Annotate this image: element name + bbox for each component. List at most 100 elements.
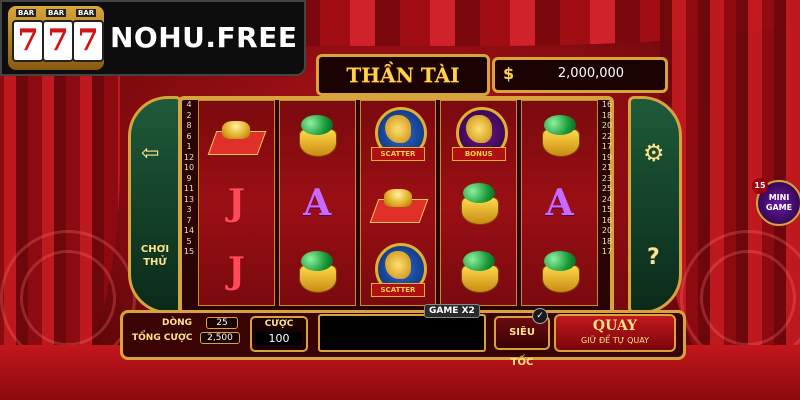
bet-label: CƯỢC	[264, 319, 294, 329]
mini-game-label: MINI GAME	[765, 193, 793, 212]
letter-a-symbol: A	[545, 182, 574, 224]
gold-ingot-icon	[208, 117, 267, 155]
payline-number: 6	[186, 131, 192, 141]
jade-pot-icon	[538, 249, 582, 293]
spin-hold-hint: GIỮ ĐỂ TỰ QUAY	[581, 336, 649, 345]
payline-number: 17	[601, 142, 613, 151]
payline-number: 15	[601, 205, 613, 214]
bet-selector[interactable]: CƯỢC 100	[250, 316, 308, 352]
reel-column: A	[278, 100, 356, 306]
payline-number: 16	[601, 100, 613, 109]
payline-number: 25	[601, 184, 613, 193]
payline-number: 12	[183, 152, 195, 162]
payline-number: 9	[186, 173, 192, 183]
reel-cell: A	[522, 169, 597, 237]
decor-swirl	[20, 250, 116, 346]
logo-text: NOHU.FREE	[110, 21, 298, 54]
jade-pot-icon	[295, 113, 339, 157]
spin-button[interactable]: QUAY GIỮ ĐỂ TỰ QUAY	[554, 314, 676, 352]
reel-cell: J	[199, 169, 274, 237]
payline-number: 11	[183, 184, 195, 193]
reel-cell	[280, 237, 355, 305]
payline-number: 1	[186, 142, 192, 151]
payline-numbers-right: 16 18 20 22 17 19 21 23 25 24 15 16 20 18 17	[600, 100, 614, 258]
reel-cell: BONUS	[441, 101, 516, 169]
gear-icon[interactable]: ⚙	[643, 139, 665, 167]
lines-and-total-bet: DÒNG 25 TỔNG CƯỢC 2,500	[130, 316, 242, 348]
bar-tag: BAR	[76, 9, 97, 17]
payline-number: 2	[186, 110, 192, 120]
reel-cell	[441, 169, 516, 237]
slot-machine-icon: BAR BAR BAR 7 7 7	[8, 6, 104, 70]
reel-cell: SCATTER	[361, 101, 436, 169]
help-button[interactable]: ?	[647, 245, 660, 270]
dollar-icon: $	[503, 64, 515, 83]
reel-cell	[522, 101, 597, 169]
spin-label: QUAY	[592, 318, 638, 334]
game-x2-button[interactable]: GAME X2	[424, 304, 480, 318]
payline-number: 21	[601, 163, 613, 172]
letter-j-symbol: J	[227, 250, 245, 292]
payline-number: 23	[601, 173, 613, 183]
payline-number: 10	[183, 163, 195, 172]
check-icon: ✓	[532, 308, 548, 324]
message-display	[318, 314, 486, 352]
logo-digit: 7	[12, 20, 44, 62]
reel-cell: SCATTER	[361, 237, 436, 305]
payline-number: 19	[601, 152, 613, 162]
payline-number: 3	[186, 205, 192, 214]
total-bet-value: 2,500	[200, 332, 240, 344]
reel-column: JJ	[198, 100, 275, 306]
reel-cell	[522, 237, 597, 305]
game-title: THẦN TÀI	[346, 63, 460, 87]
decor-swirl	[700, 250, 796, 346]
total-bet-label: TỔNG CƯỢC	[132, 333, 193, 343]
payline-number: 20	[601, 226, 613, 235]
logo-digit: 7	[72, 20, 104, 62]
payline-number: 18	[601, 236, 613, 246]
reels-grid: J J A SCATTER SCATTER BONUS A	[198, 100, 598, 306]
reel-column: A	[521, 100, 598, 306]
letter-j-symbol: J	[227, 182, 245, 224]
bet-value: 100	[256, 332, 302, 345]
scatter-icon: SCATTER	[369, 243, 427, 299]
jade-pot-icon	[538, 113, 582, 157]
payline-number: 22	[601, 131, 613, 141]
gold-ingot-icon	[369, 185, 429, 223]
payline-number: 8	[186, 121, 192, 130]
jade-pot-icon	[457, 249, 501, 293]
payline-number: 24	[601, 194, 613, 204]
bar-tag: BAR	[16, 9, 37, 17]
jade-pot-icon	[457, 181, 501, 225]
jade-pot-icon	[295, 249, 339, 293]
payline-number: 16	[601, 215, 613, 225]
mini-game-count: 15	[752, 178, 768, 194]
lines-value[interactable]: 25	[206, 317, 238, 329]
reel-cell	[441, 237, 516, 305]
payline-number: 7	[186, 215, 192, 225]
brand-logo[interactable]: BAR BAR BAR 7 7 7 NOHU.FREE	[0, 0, 306, 76]
payline-number: 17	[601, 247, 613, 256]
bonus-label: BONUS	[451, 147, 506, 161]
try-play-button[interactable]: CHƠI THỬ	[133, 243, 177, 269]
scatter-icon: SCATTER	[369, 107, 427, 163]
right-side-panel: ⚙ ?	[628, 96, 682, 314]
reel-cell: A	[280, 169, 355, 237]
balance-display: $ 2,000,000	[492, 57, 668, 93]
game-title-plate: THẦN TÀI	[316, 54, 490, 96]
reel-column: BONUS	[440, 100, 518, 306]
payline-number: 14	[183, 226, 195, 235]
reel-cell	[361, 169, 436, 237]
letter-a-symbol: A	[303, 182, 332, 224]
payline-number: 15	[183, 247, 195, 256]
mini-game-button[interactable]: 15 MINI GAME	[752, 178, 800, 226]
reel-column: SCATTER SCATTER	[359, 100, 437, 306]
payline-number: 13	[183, 194, 195, 204]
reel-cell	[280, 101, 355, 169]
payline-number: 18	[601, 110, 613, 120]
payline-number: 4	[186, 100, 192, 109]
balance-value: 2,000,000	[557, 66, 625, 81]
back-arrow-icon[interactable]: ⇦	[141, 141, 159, 166]
bar-tag: BAR	[46, 9, 67, 17]
payline-number: 5	[186, 236, 192, 246]
